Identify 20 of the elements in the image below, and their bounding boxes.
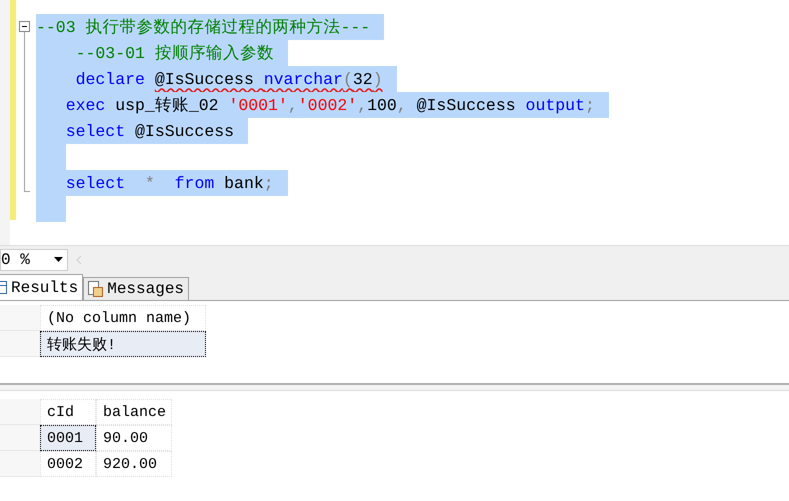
zoom-dropdown[interactable]: 0 %: [0, 248, 68, 270]
column-header: cId: [40, 399, 96, 425]
splitter[interactable]: [0, 383, 789, 391]
outline-bracket-icon: [24, 32, 32, 193]
caret-icon: [54, 257, 63, 262]
results-tab[interactable]: Messages: [83, 277, 190, 300]
row-header[interactable]: [0, 331, 40, 357]
table-cell: 90.00: [96, 425, 172, 451]
column-header: (No column name): [40, 305, 206, 331]
table-cell: 0001: [40, 425, 96, 451]
table-cell: 0002: [40, 451, 96, 477]
scroll-left-icon[interactable]: [76, 254, 82, 264]
table-cell: 转账失败!: [40, 331, 206, 357]
collapse-icon[interactable]: [19, 21, 30, 32]
column-header: balance: [96, 399, 172, 425]
row-header[interactable]: [0, 425, 40, 451]
document-icon: [88, 281, 104, 297]
results-tab[interactable]: Results: [0, 274, 84, 300]
row-header[interactable]: [0, 451, 40, 477]
table-cell: 920.00: [96, 451, 172, 477]
